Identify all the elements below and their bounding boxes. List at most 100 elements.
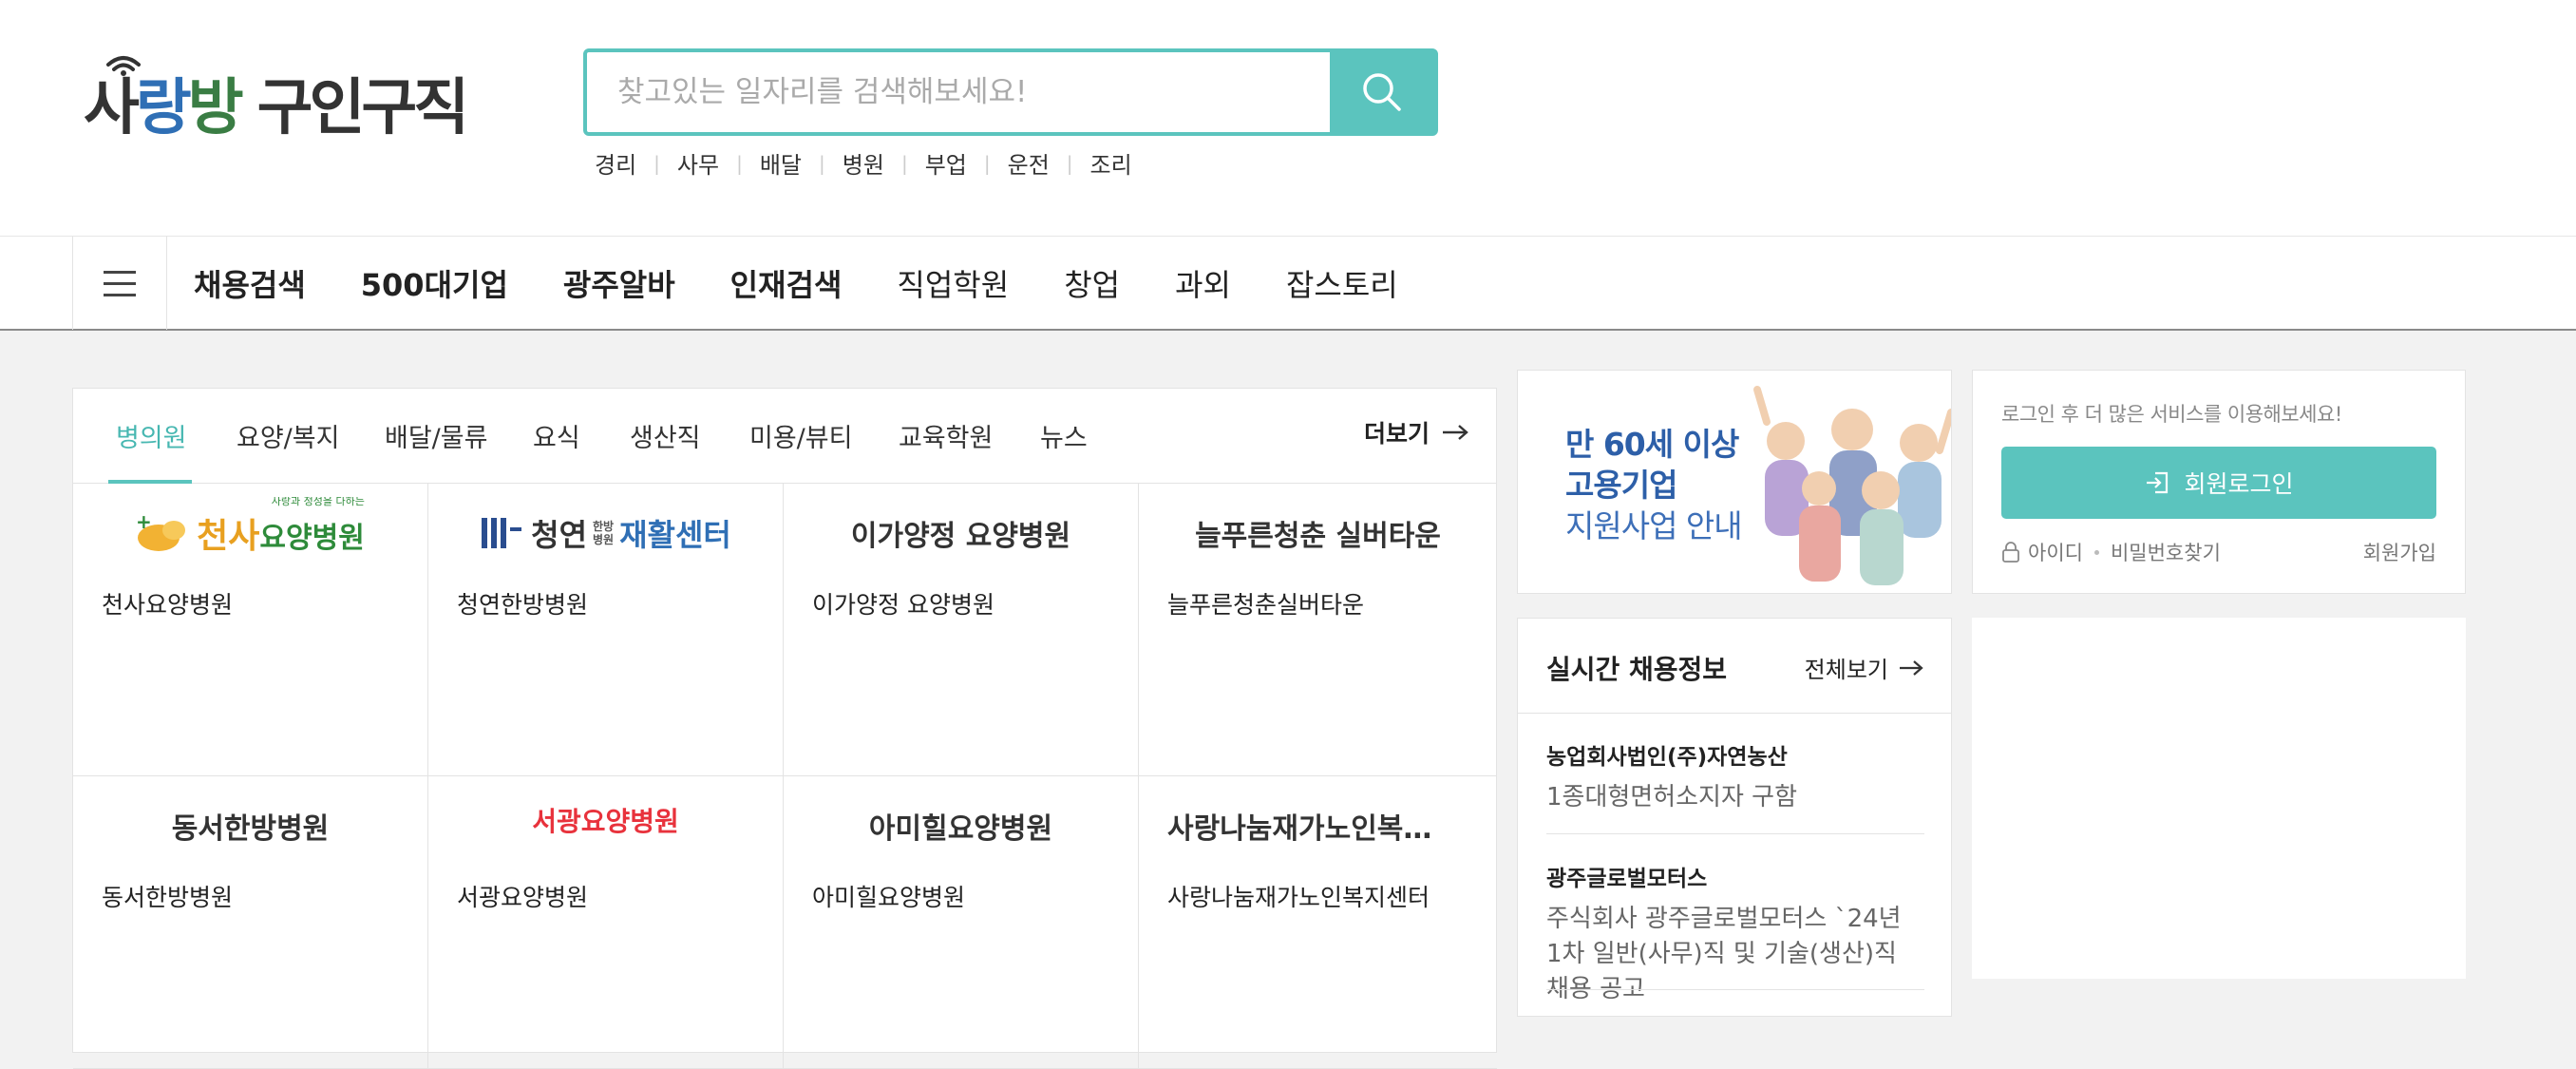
signup-link[interactable]: 회원가입: [2363, 538, 2436, 566]
tab-education[interactable]: 교육학원: [899, 417, 993, 454]
divider: [1546, 989, 1924, 990]
company-card[interactable]: 아미힐요양병원 아미힐요양병원: [784, 776, 1139, 1069]
realtime-jobs-panel: 실시간 채용정보 전체보기 농업회사법인(주)자연농산 1종대형면허소지자 구함…: [1517, 618, 1952, 1017]
company-card[interactable]: 동서한방병원 동서한방병원: [73, 776, 428, 1069]
keyword-link[interactable]: 조리: [1090, 146, 1132, 180]
view-all-button[interactable]: 전체보기: [1805, 651, 1924, 684]
company-card[interactable]: 사랑나눔재가노인복… 사랑나눔재가노인복지센터: [1139, 776, 1497, 1069]
company-name: 늘푸른청춘실버타운: [1167, 591, 1365, 619]
login-button[interactable]: 회원로그인: [2001, 447, 2436, 519]
find-id-label: 아이디: [2028, 542, 2083, 564]
nav-item-top500[interactable]: 500대기업: [361, 261, 508, 305]
keyword-link[interactable]: 사무: [677, 146, 719, 180]
company-name: 천사요양병원: [102, 591, 234, 619]
senior-employment-banner[interactable]: 만 60세 이상 고용기업 지원사업 안내: [1517, 370, 1952, 594]
job-company: 농업회사법인(주)자연농산: [1546, 745, 1788, 770]
keyword-link[interactable]: 병원: [843, 146, 884, 180]
logo-text: 사랑방 구인구직: [84, 73, 469, 143]
realtime-title: 실시간 채용정보: [1546, 654, 1728, 685]
company-name: 서광요양병원: [457, 884, 589, 911]
more-button[interactable]: 더보기: [1364, 415, 1469, 449]
company-card[interactable]: 청연 한방 병원 재활센터 청연한방병원: [428, 484, 784, 776]
company-logo: 늘푸른청춘 실버타운: [1195, 520, 1441, 553]
svg-text:+: +: [136, 510, 152, 533]
nav-item-job-story[interactable]: 잡스토리: [1286, 261, 1398, 305]
main-nav: 채용검색 500대기업 광주알바 인재검색 직업학원 창업 과외 잡스토리: [0, 236, 2576, 331]
tab-beauty[interactable]: 미용/뷰티: [749, 417, 852, 454]
divider: |: [653, 151, 660, 175]
login-box: 로그인 후 더 많은 서비스를 이용해보세요! 회원로그인 아이디 비밀번호찾기…: [1972, 370, 2466, 594]
ad-area: [1972, 618, 2466, 979]
tab-delivery[interactable]: 배달/물류: [385, 417, 487, 454]
company-card[interactable]: + 사랑과 정성을 다하는 천사요양병원 천사요양병원: [73, 484, 428, 776]
job-title: 주식회사 광주글로벌모터스 `24년 1차 일반(사무)직 및 기술(생산)직 …: [1546, 905, 1902, 1003]
company-logo: 청연 한방 병원 재활센터: [428, 497, 783, 569]
tab-hospital[interactable]: 병의원: [116, 417, 187, 454]
cy-logo-icon: [482, 518, 522, 548]
category-card: 병의원 요양/복지 배달/물류 요식 생산직 미용/뷰티 교육학원 뉴스 더보기…: [72, 388, 1497, 1069]
category-tabs: 병의원 요양/복지 배달/물류 요식 생산직 미용/뷰티 교육학원 뉴스 더보기: [73, 389, 1496, 484]
company-card[interactable]: 늘푸른청춘 실버타운 늘푸른청춘실버타운: [1139, 484, 1497, 776]
separator-dot: [2093, 549, 2099, 555]
company-logo: 서광요양병원: [532, 806, 679, 837]
nav-menu: 채용검색 500대기업 광주알바 인재검색 직업학원 창업 과외 잡스토리: [194, 237, 1453, 330]
divider: |: [983, 151, 991, 175]
tab-news[interactable]: 뉴스: [1040, 417, 1088, 454]
arrow-right-icon: [1443, 425, 1468, 440]
company-card[interactable]: 서광요양병원 서광요양병원: [428, 776, 784, 1069]
search-box: [583, 48, 1438, 136]
popular-keywords: 경리 | 사무 | 배달 | 병원 | 부업 | 운전 | 조리: [595, 146, 1132, 180]
tab-care-welfare[interactable]: 요양/복지: [237, 417, 339, 454]
lock-icon: [2002, 542, 2019, 563]
hamburger-icon: [104, 270, 136, 274]
nav-item-job-search[interactable]: 채용검색: [194, 261, 306, 305]
banner-text: 만 60세 이상 고용기업 지원사업 안내: [1565, 426, 1743, 544]
company-logo: 이가양정 요양병원: [850, 520, 1071, 553]
nav-item-tutoring[interactable]: 과외: [1175, 261, 1231, 305]
job-list-item[interactable]: 광주글로벌모터스 주식회사 광주글로벌모터스 `24년 1차 일반(사무)직 및…: [1546, 860, 1924, 1007]
search-icon: [1363, 73, 1401, 111]
divider: |: [819, 151, 825, 175]
login-links: 아이디 비밀번호찾기 회원가입: [2001, 538, 2436, 566]
keyword-link[interactable]: 경리: [595, 146, 636, 180]
job-company: 광주글로벌모터스: [1546, 867, 1708, 891]
view-all-label: 전체보기: [1804, 657, 1888, 683]
company-logo: 사랑나눔재가노인복…: [1167, 812, 1432, 846]
job-list-item[interactable]: 농업회사법인(주)자연농산 1종대형면허소지자 구함: [1546, 738, 1924, 815]
tab-production[interactable]: 생산직: [630, 417, 701, 454]
angel-icon: +: [136, 510, 186, 551]
company-name: 청연한방병원: [457, 591, 589, 619]
nav-item-gwangju-alba[interactable]: 광주알바: [563, 261, 675, 305]
hamburger-icon: [104, 293, 136, 296]
company-name: 사랑나눔재가노인복지센터: [1167, 884, 1430, 911]
nav-item-startup[interactable]: 창업: [1064, 261, 1120, 305]
search-input[interactable]: [587, 52, 1334, 132]
search-button[interactable]: [1330, 52, 1434, 132]
company-name: 이가양정 요양병원: [812, 591, 994, 619]
company-name: 아미힐요양병원: [812, 884, 966, 911]
login-button-label: 회원로그인: [2184, 470, 2294, 498]
divider: |: [1066, 151, 1073, 175]
menu-button[interactable]: [72, 237, 167, 330]
nav-item-academy[interactable]: 직업학원: [897, 261, 1009, 305]
find-pw-label: 비밀번호찾기: [2110, 542, 2221, 564]
company-logo: 아미힐요양병원: [868, 812, 1053, 846]
company-card[interactable]: 이가양정 요양병원 이가양정 요양병원: [784, 484, 1139, 776]
keyword-link[interactable]: 배달: [760, 146, 802, 180]
divider: |: [900, 151, 908, 175]
header: 사랑방구인구직 경리 | 사무 | 배달 | 병원 | 부업 | 운전 | 조리: [0, 0, 2576, 236]
keyword-link[interactable]: 운전: [1008, 146, 1050, 180]
more-label: 더보기: [1363, 420, 1430, 448]
tab-food[interactable]: 요식: [533, 417, 580, 454]
hamburger-icon: [104, 281, 136, 285]
company-logo: 동서한방병원: [171, 812, 330, 846]
keyword-link[interactable]: 부업: [925, 146, 967, 180]
seniors-illustration-icon: [1753, 386, 1951, 585]
realtime-header: 실시간 채용정보 전체보기: [1518, 619, 1951, 714]
nav-item-talent-search[interactable]: 인재검색: [730, 261, 843, 305]
company-name: 동서한방병원: [102, 884, 234, 911]
login-icon: [2147, 471, 2169, 494]
divider: |: [736, 151, 743, 175]
site-logo[interactable]: 사랑방 구인구직: [84, 46, 469, 143]
job-title: 1종대형면허소지자 구함: [1546, 783, 1798, 811]
